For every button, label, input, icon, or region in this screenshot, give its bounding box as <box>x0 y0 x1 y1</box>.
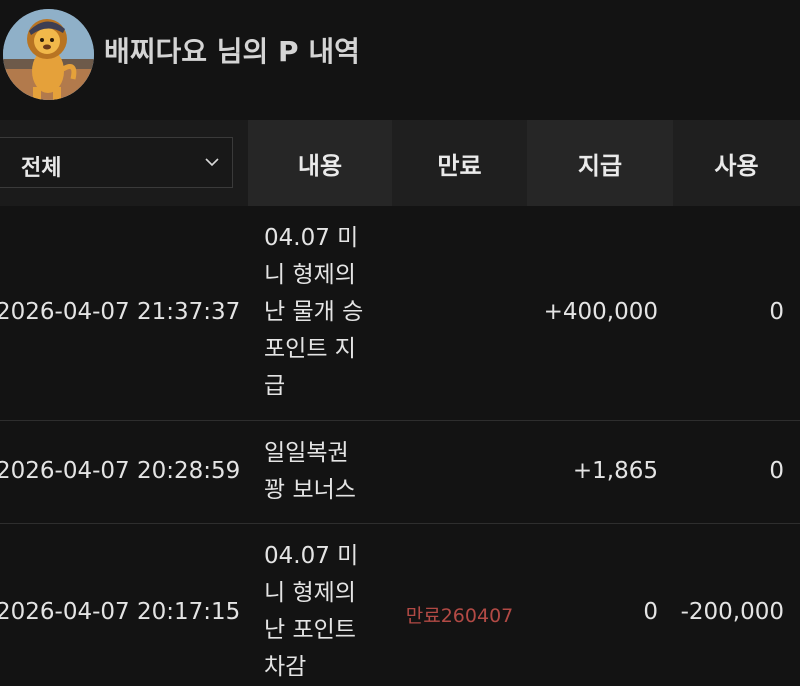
column-header-use: 사용 <box>673 120 800 206</box>
avatar[interactable] <box>3 9 94 100</box>
row-content: 04.07 미니 형제의 난 물개 승 포인트 지급 <box>264 225 364 399</box>
column-header-content: 내용 <box>248 120 392 206</box>
lion-character-icon <box>3 9 94 100</box>
row-expire-badge: 만료260407 <box>405 605 514 627</box>
row-use: 0 <box>769 299 784 325</box>
row-content: 일일복권 꽝 보너스 <box>264 440 356 503</box>
row-date: 2026-04-07 20:28:59 <box>0 458 241 484</box>
page-title: 배찌다요 님의 P 내역 <box>104 35 360 68</box>
chevron-down-icon <box>205 158 219 167</box>
row-give: +400,000 <box>543 299 658 325</box>
row-use: 0 <box>769 458 784 484</box>
table-row: 2026-04-07 20:28:59 일일복권 꽝 보너스 +1,865 0 <box>0 421 800 524</box>
table-row: 2026-04-07 21:37:37 04.07 미니 형제의 난 물개 승 … <box>0 207 800 421</box>
column-header-expire: 만료 <box>392 120 527 206</box>
row-give: +1,865 <box>572 458 658 484</box>
filter-selected-label: 전체 <box>21 156 62 181</box>
row-content: 04.07 미니 형제의 난 포인트 차감 <box>264 543 359 680</box>
row-use: -200,000 <box>680 599 784 625</box>
row-date: 2026-04-07 20:17:15 <box>0 599 241 625</box>
type-filter-select[interactable]: 전체 <box>0 137 233 188</box>
page-header: 배찌다요 님의 P 내역 <box>0 0 800 120</box>
row-date: 2026-04-07 21:37:37 <box>0 299 241 325</box>
table-row: 2026-04-07 20:17:15 04.07 미니 형제의 난 포인트 차… <box>0 524 800 680</box>
column-header-give: 지급 <box>527 120 673 206</box>
row-give: 0 <box>643 599 658 625</box>
